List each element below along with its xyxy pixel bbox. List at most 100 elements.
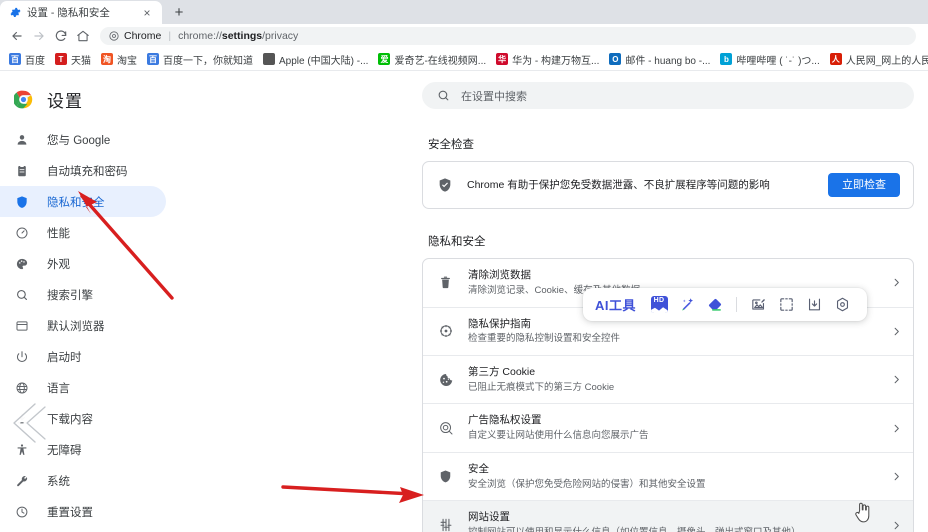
search-icon — [14, 287, 29, 302]
sidebar-item-8[interactable]: 启动时 — [0, 341, 166, 372]
ad-privacy-icon — [437, 420, 454, 437]
back-arrow-icon[interactable] — [6, 25, 28, 47]
sidebar-item-5[interactable]: 外观 — [0, 248, 166, 279]
bookmark-item[interactable]: 淘淘宝 — [96, 50, 142, 69]
shield-icon — [14, 194, 29, 209]
bookmark-label: 百度 — [25, 55, 45, 67]
bookmark-label: 爱奇艺-在线视频网... — [394, 55, 487, 67]
sidebar-item-label: 您与 Google — [47, 134, 111, 147]
privacy-row[interactable]: 广告隐私权设置自定义要让网站使用什么信息向您展示广告 — [423, 404, 913, 453]
chevron-right-icon[interactable] — [889, 324, 903, 338]
settings-brand: 设置 — [0, 71, 200, 115]
privacy-row[interactable]: 网站设置控制网站可以使用和显示什么信息（如位置信息、摄像头、弹出式窗口及其他） — [423, 501, 913, 532]
sidebar-item-label: 隐私和安全 — [47, 196, 105, 209]
image-edit-icon — [751, 298, 765, 310]
eraser-button[interactable] — [701, 291, 729, 319]
magic-wand-button[interactable] — [673, 291, 701, 319]
safety-check-row: Chrome 有助于保护您免受数据泄露、不良扩展程序等问题的影响 立即检查 — [423, 162, 913, 208]
bookmark-item[interactable]: 百百度 — [4, 50, 50, 69]
clipboard-icon — [14, 163, 29, 178]
sidebar-item-label: 无障碍 — [47, 444, 82, 457]
privacy-row-body: 第三方 Cookie 已阻止无痕模式下的第三方 Cookie — [468, 365, 875, 394]
new-tab-button[interactable]: + — [166, 1, 192, 23]
privacy-row-body: 广告隐私权设置自定义要让网站使用什么信息向您展示广告 — [468, 413, 875, 442]
sidebar-item-11[interactable]: 无障碍 — [0, 434, 166, 465]
privacy-row-title: 网站设置 — [468, 511, 510, 524]
sliders-icon — [437, 517, 454, 532]
search-input[interactable]: 在设置中搜索 — [422, 82, 914, 109]
palette-icon — [14, 256, 29, 271]
apple-icon — [263, 53, 275, 65]
address-bar[interactable]: Chrome | chrome://settings/privacy — [100, 27, 916, 45]
ai-tools-floating-toolbar: AI工具 HD — [583, 288, 868, 321]
history-clock-icon — [14, 504, 29, 519]
forward-arrow-icon[interactable] — [28, 25, 50, 47]
image-edit-button[interactable] — [744, 291, 772, 319]
bookmark-item[interactable]: T 天猫 — [50, 50, 96, 69]
sidebar-item-label: 自动填充和密码 — [47, 165, 128, 178]
sidebar-item-10[interactable]: 下载内容 — [0, 403, 166, 434]
hd-badge-text: HD — [653, 297, 665, 304]
url-suffix: /privacy — [262, 30, 299, 42]
chevron-right-icon[interactable] — [889, 373, 903, 387]
privacy-row-title: 广告隐私权设置 — [468, 414, 542, 427]
privacy-row-subtitle: 检查重要的隐私控制设置和安全控件 — [468, 333, 621, 345]
omnibox-separator: | — [168, 30, 172, 42]
sidebar-item-1[interactable]: 您与 Google — [0, 124, 166, 155]
privacy-row-subtitle: 安全浏览（保护您免受危险网站的侵害）和其他安全设置 — [468, 478, 706, 490]
reload-icon[interactable] — [50, 25, 72, 47]
privacy-row[interactable]: 第三方 Cookie 已阻止无痕模式下的第三方 Cookie — [423, 356, 913, 405]
privacy-row-body: 网站设置控制网站可以使用和显示什么信息（如位置信息、摄像头、弹出式窗口及其他） — [468, 510, 875, 532]
safety-check-description: Chrome 有助于保护您免受数据泄露、不良扩展程序等问题的影响 — [467, 178, 770, 191]
bookmark-label: 人民网_网上的人民... — [845, 55, 928, 67]
hd-badge-icon: HD — [650, 296, 668, 313]
search-placeholder: 在设置中搜索 — [461, 90, 527, 103]
sidebar-item-3[interactable]: 隐私和安全 — [0, 186, 166, 217]
iqiyi-icon: 爱 — [378, 53, 391, 65]
chevron-right-icon[interactable] — [889, 470, 903, 484]
sidebar-item-13[interactable]: 重置设置 — [0, 496, 166, 527]
privacy-row-subtitle: 自定义要让网站使用什么信息向您展示广告 — [468, 430, 649, 442]
close-icon[interactable]: × — [140, 6, 154, 20]
eraser-icon — [708, 298, 722, 311]
privacy-row-title: 第三方 Cookie — [468, 366, 536, 378]
bookmark-item[interactable]: O 邮件 - huang bo -... — [604, 50, 715, 69]
tmall-icon: T — [55, 53, 67, 65]
bookmark-item[interactable]: 人人民网_网上的人民... — [825, 50, 928, 69]
cookie-icon — [437, 371, 454, 388]
chevron-right-icon[interactable] — [889, 518, 903, 532]
sidebar-item-7[interactable]: 默认浏览器 — [0, 310, 166, 341]
sidebar-item-12[interactable]: 系统 — [0, 465, 166, 496]
bookmark-item[interactable]: Apple (中国大陆) -... — [258, 50, 373, 69]
chevron-right-icon[interactable] — [889, 421, 903, 435]
browser-tab[interactable]: 设置 - 隐私和安全 × — [0, 1, 162, 24]
sidebar-item-4[interactable]: 性能 — [0, 217, 166, 248]
home-icon[interactable] — [72, 25, 94, 47]
hd-enhance-button[interactable]: HD — [645, 291, 673, 319]
chevron-right-icon[interactable] — [889, 276, 903, 290]
bookmark-item[interactable]: 华华为 - 构建万物互... — [491, 50, 604, 69]
run-safety-check-button[interactable]: 立即检查 — [828, 173, 900, 198]
sidebar-item-label: 性能 — [47, 227, 70, 240]
bookmark-item[interactable]: b 哔哩哔哩 ( ˙-˙ )つ... — [715, 50, 824, 69]
settings-button[interactable] — [828, 291, 856, 319]
browser-window-icon — [14, 318, 29, 333]
url-bold: settings — [221, 30, 263, 42]
bookmarks-bar: 百百度 T 天猫淘淘宝百百度一下，你就知道 Apple (中国大陆) -... 爱爱奇艺… — [0, 48, 928, 71]
hex-gear-icon — [836, 297, 848, 312]
bookmark-label: 百度一下，你就知道 — [163, 55, 253, 67]
sidebar-item-6[interactable]: 搜索引擎 — [0, 279, 166, 310]
sidebar-item-2[interactable]: 自动填充和密码 — [0, 155, 166, 186]
sidebar-item-label: 搜索引擎 — [47, 289, 93, 302]
bookmark-label: 天猫 — [71, 55, 91, 67]
toolbar-divider — [736, 297, 738, 312]
shield-check-icon — [437, 177, 453, 193]
bookmark-item[interactable]: 爱爱奇艺-在线视频网... — [373, 50, 491, 69]
crop-button[interactable] — [772, 291, 800, 319]
bookmark-item[interactable]: 百百度一下，你就知道 — [142, 50, 258, 69]
download-button[interactable] — [800, 291, 828, 319]
page-title: 设置 — [47, 91, 83, 111]
sidebar-item-9[interactable]: 语言 — [0, 372, 166, 403]
privacy-row[interactable]: 安全 安全浏览（保护您免受危险网站的侵害）和其他安全设置 — [423, 453, 913, 502]
privacy-row-subtitle: 控制网站可以使用和显示什么信息（如位置信息、摄像头、弹出式窗口及其他） — [468, 526, 875, 532]
